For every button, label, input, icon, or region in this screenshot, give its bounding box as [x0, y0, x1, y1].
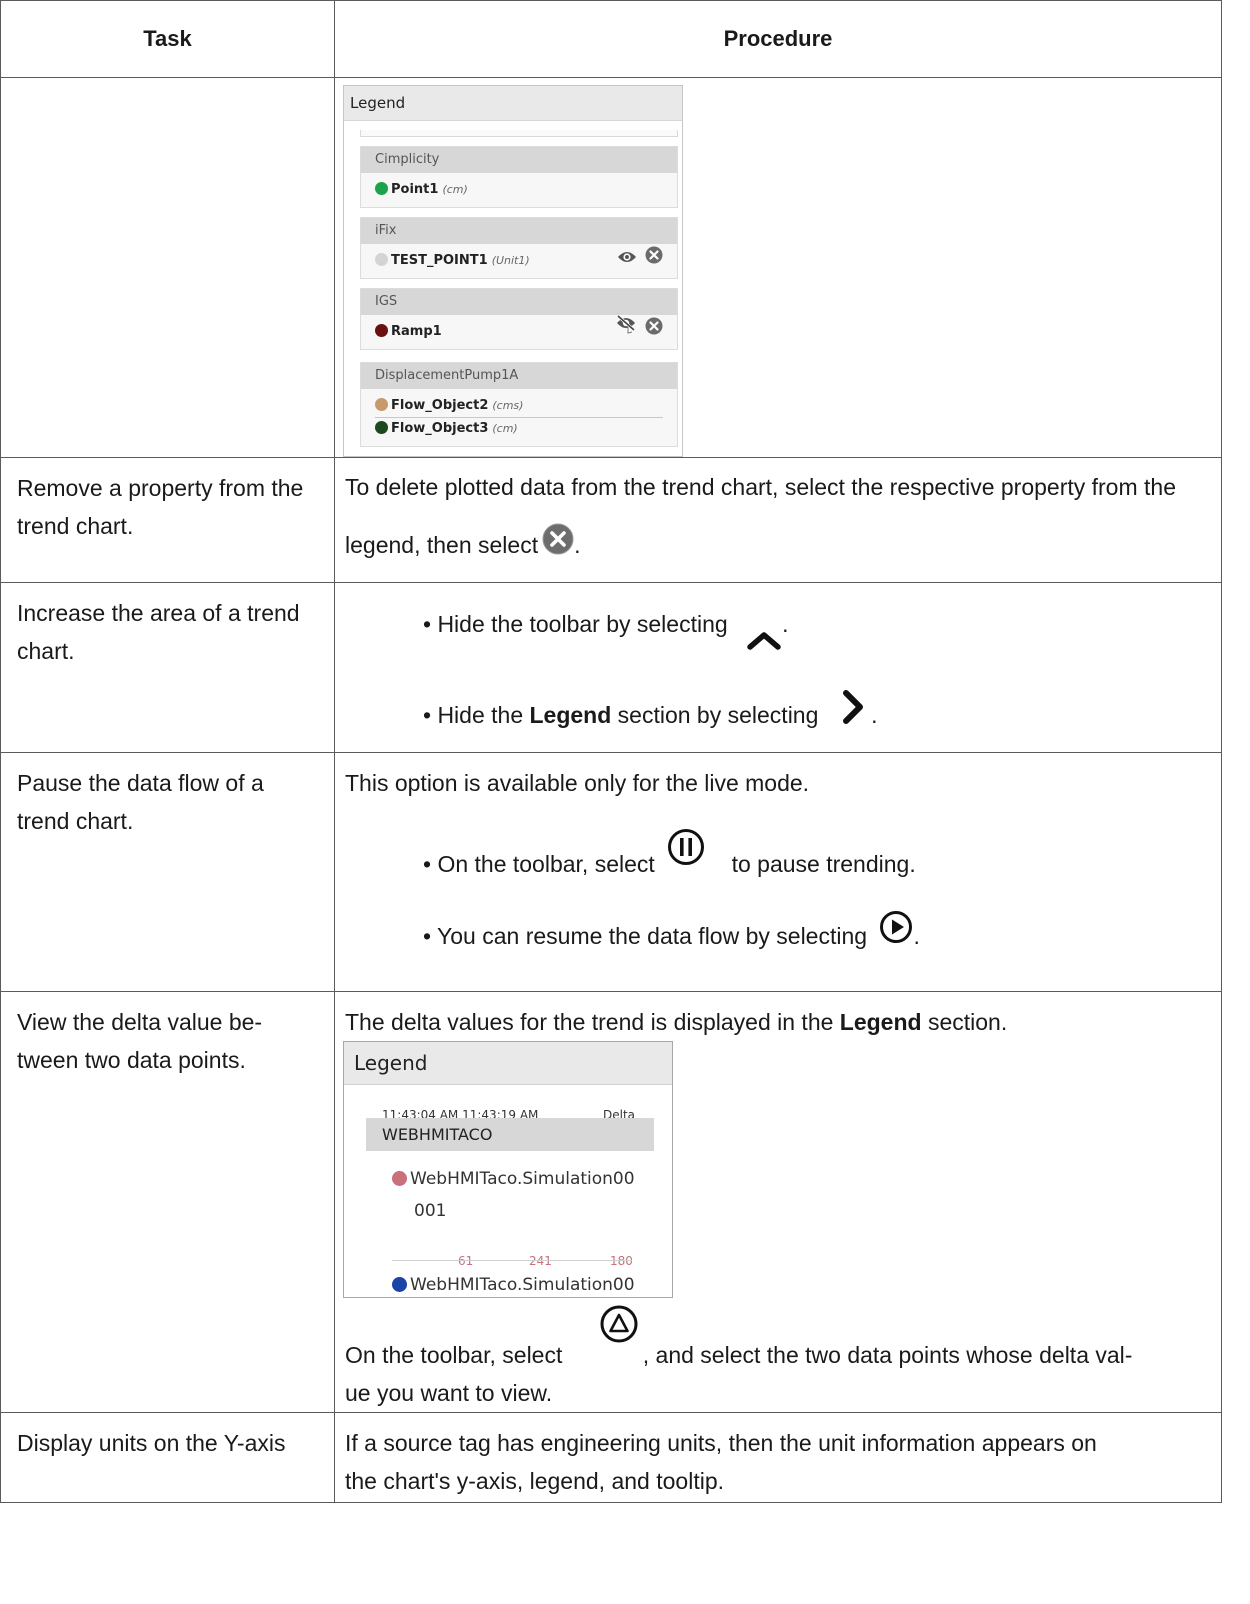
table-row: Display units on the Y-axis If a source … — [0, 1411, 1222, 1503]
divider — [392, 1259, 632, 1261]
procedure-text: To delete plotted data from the trend ch… — [345, 474, 1176, 558]
legend-group-name: DisplacementPump1A — [361, 363, 677, 389]
legend-scroll-strip — [360, 130, 678, 137]
procedure-text: On the toolbar, select — [345, 1341, 563, 1368]
legend-item[interactable]: Flow_Object2 (cms) — [361, 395, 677, 417]
pause-circle-icon — [667, 828, 705, 880]
eye-icon[interactable] — [617, 244, 637, 278]
table-row: Increase the area of a trend chart. • Hi… — [0, 582, 1222, 753]
legend-item[interactable]: Ramp1 — [361, 314, 677, 349]
task-cell-empty — [0, 77, 335, 458]
procedure-intro: The delta values for the trend is displa… — [345, 1008, 834, 1035]
legend-group-name: iFix — [361, 218, 677, 244]
legend-item[interactable]: TEST_POINT1 (Unit1) — [361, 244, 677, 278]
legend-title: Legend — [344, 86, 682, 121]
close-circle-icon[interactable] — [645, 244, 663, 278]
procedure-cell: This option is available only for the li… — [334, 751, 1222, 992]
legend-item-unit: (cm) — [492, 422, 518, 435]
task-cell: Pause the data flow of a trend chart. — [0, 751, 335, 992]
delta-circle-icon — [599, 1304, 639, 1355]
series-color-dot — [375, 253, 388, 266]
legend-item-name: WebHMITaco.Simulation00 — [410, 1168, 635, 1189]
bullet-text: • On the toolbar, select — [423, 850, 655, 877]
legend-item-unit: (cm) — [442, 183, 468, 196]
series-color-dot — [375, 182, 388, 195]
legend-group: Cimplicity Point1 (cm) — [360, 146, 678, 208]
task-cell: Display units on the Y-axis — [0, 1411, 335, 1503]
procedure-cell: Legend Cimplicity Point1 (cm) iFix TEST_P… — [334, 77, 1222, 458]
task-text-line: View the delta value be- — [17, 1008, 263, 1035]
bullet-text: • Hide the toolbar by selecting — [423, 611, 728, 637]
legend-group: iFix TEST_POINT1 (Unit1) — [360, 217, 678, 279]
series-color-dot — [375, 398, 388, 411]
procedure-text: If a source tag has engineering units, t… — [345, 1429, 1097, 1456]
header-task: Task — [0, 0, 335, 78]
legend-group-name: Cimplicity — [361, 147, 677, 173]
procedure-cell: The delta values for the trend is displa… — [334, 990, 1222, 1413]
play-circle-icon — [879, 910, 913, 958]
table-row: Legend Cimplicity Point1 (cm) iFix TEST_P… — [0, 77, 1222, 458]
legend-item-name: Ramp1 — [391, 324, 442, 339]
legend-item-name: Point1 — [391, 182, 439, 197]
legend-group: DisplacementPump1A Flow_Object2 (cms) Flo… — [360, 362, 678, 447]
task-cell: Increase the area of a trend chart. — [0, 582, 335, 753]
series-color-dot — [392, 1170, 407, 1186]
legend-item-name: Flow_Object3 — [391, 421, 489, 436]
legend-item[interactable]: Point1 (cm) — [361, 173, 677, 207]
eye-off-icon[interactable] — [615, 314, 637, 349]
task-cell: View the delta value be- tween two data … — [0, 990, 335, 1413]
table-row: Remove a property from the trend chart. … — [0, 457, 1222, 583]
procedure-bold-text: Legend — [839, 1008, 922, 1035]
procedure-intro: section. — [927, 1008, 1008, 1035]
task-cell: Remove a property from the trend chart. — [0, 457, 335, 583]
legend-title: Legend — [344, 1041, 672, 1085]
procedure-table: Task Procedure Legend Cimplicity Point1(… — [0, 0, 1222, 1503]
close-circle-icon — [542, 518, 574, 576]
close-circle-icon[interactable] — [645, 315, 663, 349]
series-color-dot — [375, 324, 388, 337]
bullet-bold-text: Legend — [529, 702, 612, 728]
series-color-dot — [375, 421, 388, 434]
procedure-intro: This option is available only for the li… — [345, 769, 810, 796]
procedure-text: , and select the two data points whose d… — [642, 1341, 1133, 1368]
bullet-text: section by selecting — [617, 702, 819, 728]
procedure-cell: • Hide the toolbar by selecting . • Hide… — [334, 582, 1222, 753]
chevron-right-icon — [839, 682, 865, 752]
bullet-text: to pause trending. — [731, 850, 916, 877]
delta-legend-screenshot: Legend 11:43:04 AM 11:43:19 AM Delta WEB… — [343, 1040, 673, 1298]
legend-screenshot: Legend Cimplicity Point1 (cm) iFix TEST_P… — [343, 85, 683, 457]
bullet-text: • Hide the — [423, 702, 524, 728]
legend-item-unit: (cms) — [492, 399, 524, 412]
legend-group-name: IGS — [361, 289, 677, 315]
legend-item[interactable]: Flow_Object3 (cm) — [361, 418, 677, 440]
series-color-dot — [392, 1276, 407, 1292]
procedure-cell: If a source tag has engineering units, t… — [334, 1411, 1222, 1503]
task-text-line: tween two data points. — [17, 1046, 246, 1073]
legend-item-unit: (Unit1) — [491, 254, 530, 267]
chevron-up-icon — [746, 604, 782, 680]
legend-item-name-cont: 001 — [414, 1200, 447, 1221]
table-row: Pause the data flow of a trend chart. Th… — [0, 751, 1222, 992]
table-header-row: Task Procedure — [0, 0, 1222, 78]
legend-group: IGS Ramp1 — [360, 288, 678, 350]
legend-group-name: WEBHMITACO — [366, 1117, 654, 1151]
header-procedure: Procedure — [334, 0, 1222, 78]
legend-item-name: Flow_Object2 — [391, 398, 489, 413]
legend-item-name: WebHMITaco.Simulation00 — [410, 1274, 635, 1295]
procedure-text: ue you want to view. — [345, 1379, 553, 1406]
legend-item-name: TEST_POINT1 — [391, 253, 488, 268]
legend-item[interactable]: WebHMITaco.Simulation00 — [392, 1266, 635, 1297]
procedure-cell: To delete plotted data from the trend ch… — [334, 457, 1222, 583]
bullet-text: • You can resume the data flow by select… — [423, 922, 868, 949]
procedure-text: the chart's y-axis, legend, and tooltip. — [345, 1467, 724, 1494]
table-row: View the delta value be- tween two data … — [0, 990, 1222, 1413]
